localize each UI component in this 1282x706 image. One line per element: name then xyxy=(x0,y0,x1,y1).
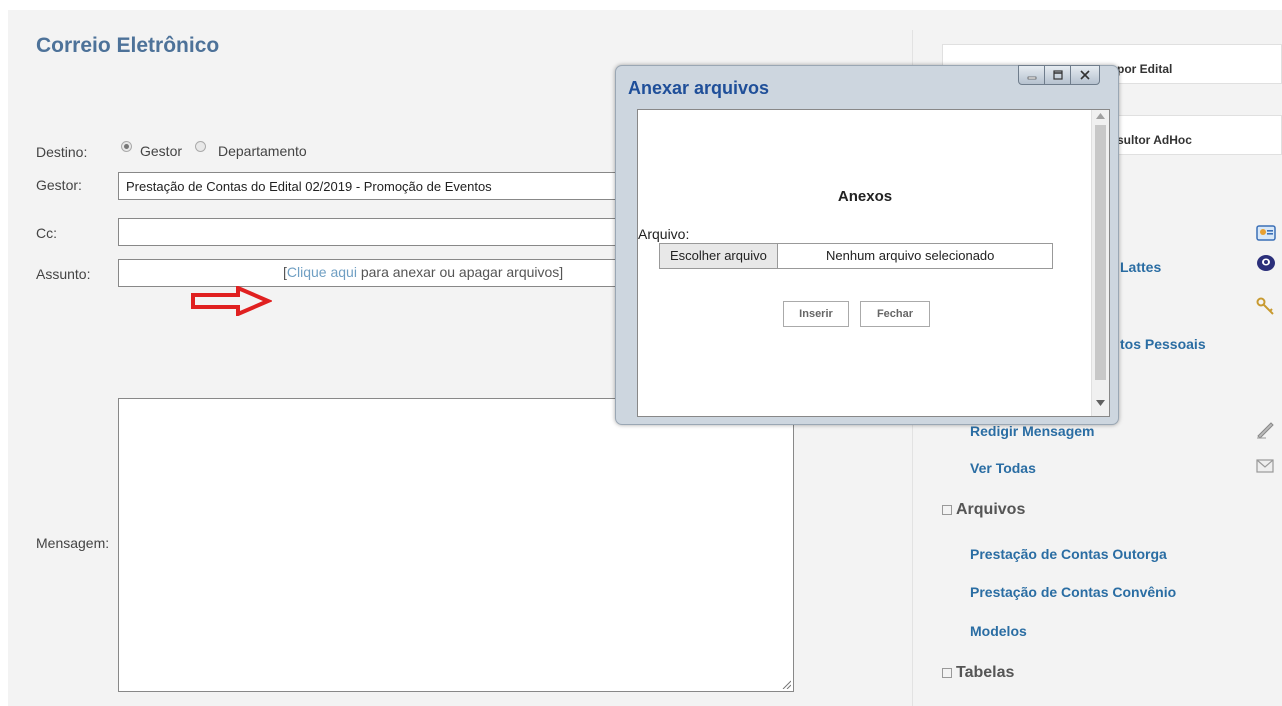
anexos-heading: Anexos xyxy=(837,188,893,205)
sidebar-link-lattes[interactable]: Lattes xyxy=(1120,259,1161,275)
sidebar-link-dados-pessoais[interactable]: tos Pessoais xyxy=(1120,336,1206,352)
scrollbar-thumb[interactable] xyxy=(1095,125,1106,380)
radio-departamento-label: Departamento xyxy=(218,143,307,159)
attach-click-here-link[interactable]: Clique aqui xyxy=(287,264,357,280)
sidebar-box-edital-text: por Edital xyxy=(1117,62,1173,76)
close-icon xyxy=(1080,70,1090,80)
minimize-button[interactable] xyxy=(1018,65,1045,85)
dialog-title: Anexar arquivos xyxy=(628,78,770,98)
dialog-scrollbar[interactable] xyxy=(1091,110,1109,416)
contact-card-icon[interactable] xyxy=(1255,222,1277,244)
minimize-icon xyxy=(1027,76,1036,80)
annotation-arrow-right xyxy=(191,286,272,316)
sidebar-heading-arquivos[interactable]: Arquivos xyxy=(942,501,1025,519)
compose-pen-icon[interactable] xyxy=(1254,418,1276,440)
window-controls xyxy=(1018,65,1100,85)
assunto-label: Assunto: xyxy=(36,266,91,282)
attach-link-rest: para anexar ou apagar arquivos] xyxy=(356,264,564,280)
insert-button[interactable]: Inserir xyxy=(783,301,849,327)
close-button[interactable]: Fechar xyxy=(860,301,930,327)
expand-box-icon xyxy=(942,504,952,515)
file-status-text: Nenhum arquivo selecionado xyxy=(826,248,995,263)
attach-files-dialog: Anexar arquivos Anexos Arquivo: Escolher… xyxy=(615,65,1119,425)
cc-label: Cc: xyxy=(36,225,57,241)
cc-field[interactable] xyxy=(118,218,618,246)
scroll-down-icon[interactable] xyxy=(1096,400,1105,406)
sidebar-heading-arquivos-label: Arquivos xyxy=(956,501,1026,518)
maximize-icon xyxy=(1052,70,1063,80)
maximize-button[interactable] xyxy=(1044,65,1071,85)
resize-handle-icon[interactable] xyxy=(781,679,791,689)
sidebar-heading-tabelas-label: Tabelas xyxy=(956,664,1015,681)
mensagem-label: Mensagem: xyxy=(36,535,110,551)
gestor-label: Gestor: xyxy=(36,177,82,193)
radio-gestor-label: Gestor xyxy=(140,143,183,159)
keys-icon[interactable] xyxy=(1255,296,1277,318)
arquivo-label: Arquivo: xyxy=(638,226,690,242)
sidebar-link-modelos[interactable]: Modelos xyxy=(970,623,1027,639)
sidebar-link-outorga[interactable]: Prestação de Contas Outorga xyxy=(970,546,1167,562)
destino-label: Destino: xyxy=(36,144,88,160)
scroll-up-icon[interactable] xyxy=(1096,113,1105,119)
sidebar-link-ver-todas[interactable]: Ver Todas xyxy=(970,460,1036,476)
page-title: Correio Eletrônico xyxy=(36,34,220,57)
dialog-content-frame: Anexos Arquivo: Escolher arquivo Nenhum … xyxy=(637,109,1110,417)
expand-box-icon xyxy=(942,667,952,678)
lattes-logo-icon[interactable] xyxy=(1255,252,1277,274)
sidebar-box-adhoc-text: sultor AdHoc xyxy=(1117,133,1192,147)
file-input[interactable]: Escolher arquivo Nenhum arquivo selecion… xyxy=(659,243,1053,269)
sidebar-link-redigir[interactable]: Redigir Mensagem xyxy=(970,423,1094,439)
gestor-field[interactable]: Prestação de Contas do Edital 02/2019 - … xyxy=(118,172,618,200)
mensagem-textarea[interactable] xyxy=(118,398,794,692)
radio-departamento[interactable] xyxy=(195,141,206,152)
close-window-button[interactable] xyxy=(1070,65,1100,85)
choose-file-button[interactable]: Escolher arquivo xyxy=(660,244,778,268)
attach-files-link[interactable]: [Clique aqui para anexar ou apagar arqui… xyxy=(283,264,563,280)
radio-gestor[interactable] xyxy=(121,141,132,152)
sidebar-heading-tabelas[interactable]: Tabelas xyxy=(942,664,1014,682)
sidebar-link-convenio[interactable]: Prestação de Contas Convênio xyxy=(970,584,1176,600)
envelope-icon[interactable] xyxy=(1254,455,1276,477)
